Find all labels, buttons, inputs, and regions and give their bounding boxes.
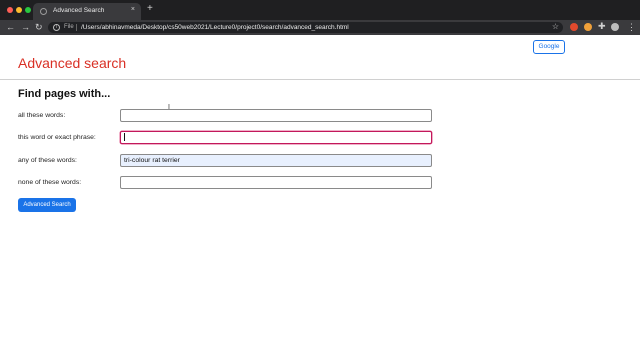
extensions-puzzle-icon[interactable]: ✚	[598, 21, 606, 31]
menu-dots-icon[interactable]: ⋮	[627, 21, 636, 33]
page-title: Advanced search	[18, 55, 127, 71]
tab-title: Advanced Search	[53, 7, 105, 14]
header-divider	[0, 79, 640, 80]
none-words-label: none of these words:	[18, 179, 82, 186]
any-words-label: any of these words:	[18, 157, 77, 164]
info-icon[interactable]: i	[53, 24, 60, 31]
file-scheme-label: File	[64, 24, 74, 30]
browser-toolbar: ← → ↻ i File /Users/abhinavmeda/Desktop/…	[0, 20, 640, 35]
address-separator	[76, 24, 77, 31]
forward-arrow-icon[interactable]: →	[21, 21, 30, 34]
url-text[interactable]: /Users/abhinavmeda/Desktop/cs50web2021/L…	[81, 24, 349, 31]
text-caret	[124, 132, 125, 141]
any-words-input[interactable]: tri-colour rat terrier	[120, 154, 432, 167]
tab-close-icon[interactable]: ×	[131, 6, 135, 13]
close-window-icon[interactable]	[7, 7, 13, 13]
advanced-search-button[interactable]: Advanced Search	[18, 198, 76, 212]
profile-avatar-icon[interactable]	[611, 23, 619, 31]
extension-red-icon[interactable]	[570, 23, 578, 31]
new-tab-icon[interactable]: +	[147, 3, 153, 15]
address-bar[interactable]: i File /Users/abhinavmeda/Desktop/cs50we…	[48, 22, 563, 33]
all-words-input[interactable]	[120, 109, 432, 122]
form-subtitle: Find pages with...	[18, 88, 111, 100]
tab-advanced-search[interactable]: Advanced Search ×	[33, 3, 141, 20]
browser-tab-bar: Advanced Search × +	[0, 0, 640, 20]
extension-orange-icon[interactable]	[584, 23, 592, 31]
all-words-label: all these words:	[18, 112, 66, 119]
reload-icon[interactable]: ↻	[35, 21, 43, 34]
globe-icon	[40, 8, 47, 15]
google-link-button[interactable]: Google	[533, 40, 565, 54]
exact-phrase-input[interactable]	[120, 131, 432, 144]
none-words-input[interactable]	[120, 176, 432, 189]
minimize-window-icon[interactable]	[16, 7, 22, 13]
maximize-window-icon[interactable]	[25, 7, 31, 13]
page-content: Google Advanced search Find pages with..…	[0, 35, 640, 360]
mouse-ibeam-cursor-icon: I	[168, 104, 170, 111]
back-arrow-icon[interactable]: ←	[6, 21, 15, 34]
bookmark-star-icon[interactable]: ☆	[552, 22, 559, 31]
exact-phrase-label: this word or exact phrase:	[18, 134, 96, 141]
